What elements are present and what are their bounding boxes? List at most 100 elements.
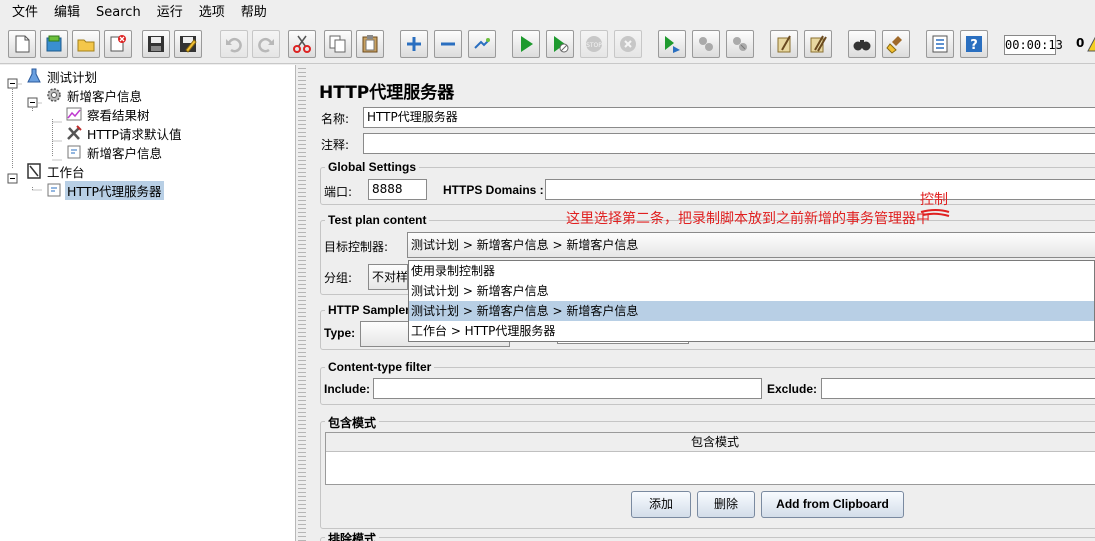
new-button[interactable] [8, 30, 36, 58]
tree-item-label: 测试计划 [47, 69, 98, 85]
expand-icon [407, 37, 421, 51]
warning-icon[interactable] [1087, 34, 1095, 52]
menu-search[interactable]: Search [88, 0, 149, 26]
toolbar: STOP ? 00:00:13 0 [0, 26, 1095, 64]
exclude-label: Exclude: [767, 382, 818, 396]
menu-help[interactable]: 帮助 [233, 0, 275, 26]
tree-item-label: HTTP请求默认值 [87, 126, 182, 142]
split-pane-divider[interactable] [298, 65, 306, 541]
reset-search-button[interactable] [882, 30, 910, 58]
close-button[interactable] [104, 30, 132, 58]
group-title: Global Settings [325, 160, 420, 174]
paste-button[interactable] [356, 30, 384, 58]
undo-button[interactable] [220, 30, 248, 58]
toggle-button[interactable] [468, 30, 496, 58]
tree-item-test-plan[interactable]: 测试计划 [26, 67, 99, 85]
clear-all-button[interactable] [804, 30, 832, 58]
chart-icon [66, 107, 82, 121]
search-icon [853, 40, 871, 51]
stop-button[interactable]: STOP [580, 30, 608, 58]
annotation-strike-mark [920, 209, 950, 217]
menu-run[interactable]: 运行 [149, 0, 191, 26]
start-no-pause-button[interactable] [546, 30, 574, 58]
undo-icon [226, 37, 242, 53]
remote-exit-icon [733, 37, 747, 51]
start-icon [521, 36, 533, 52]
include-pattern-table[interactable]: 包含模式 [325, 432, 1095, 485]
name-input[interactable]: HTTP代理服务器 [363, 107, 1095, 128]
open-icon [77, 39, 95, 52]
remote-stop-button[interactable] [692, 30, 720, 58]
wrench-icon [67, 125, 82, 140]
cut-button[interactable] [288, 30, 316, 58]
copy-button[interactable] [324, 30, 352, 58]
tree-item-thread-group[interactable]: 新增客户信息 [46, 86, 144, 104]
expand-button[interactable] [400, 30, 428, 58]
remote-exit-button[interactable] [726, 30, 754, 58]
help-button[interactable]: ? [960, 30, 988, 58]
include-input[interactable] [373, 378, 762, 399]
function-helper-button[interactable] [926, 30, 954, 58]
table-column-header[interactable]: 包含模式 [326, 433, 1095, 452]
port-label: 端口: [324, 185, 353, 199]
open-button[interactable] [72, 30, 100, 58]
tree-item-http-proxy[interactable]: HTTP代理服务器 [46, 180, 164, 200]
cut-icon [293, 35, 311, 53]
sampler-type-label: Type: [324, 326, 356, 340]
include-label: Include: [324, 382, 371, 396]
proxy-settings-panel: HTTP代理服务器 名称: HTTP代理服务器 注释: Global Setti… [307, 65, 1095, 541]
tree-item-view-results-tree[interactable]: 察看结果树 [66, 105, 152, 123]
dropdown-option[interactable]: 工作台 > HTTP代理服务器 [409, 321, 1094, 341]
grouping-select[interactable]: 不对样 [368, 264, 408, 290]
controller-icon [67, 145, 81, 159]
target-controller-select[interactable]: 测试计划 > 新增客户信息 > 新增客户信息 [407, 232, 1095, 258]
save-as-button[interactable] [174, 30, 202, 58]
stop-icon: STOP [586, 36, 602, 52]
collapse-icon [441, 42, 455, 46]
toggle-icon [474, 38, 490, 49]
shutdown-button[interactable] [614, 30, 642, 58]
reset-search-icon [886, 36, 902, 54]
dropdown-option[interactable]: 使用录制控制器 [409, 261, 1094, 281]
comment-input[interactable] [363, 133, 1095, 154]
remote-start-icon [665, 36, 680, 53]
remote-start-button[interactable] [658, 30, 686, 58]
https-domains-input[interactable] [545, 179, 1095, 200]
collapse-button[interactable] [434, 30, 462, 58]
target-controller-label: 目标控制器: [324, 240, 389, 254]
annotation-text: 这里选择第二条，把录制脚本放到之前新增的事务管理器中 [566, 211, 930, 227]
clear-all-icon [810, 35, 827, 53]
add-button[interactable]: 添加 [631, 491, 691, 518]
https-domains-label: HTTPS Domains : [443, 183, 544, 197]
start-no-pause-icon [554, 36, 569, 53]
shutdown-icon [620, 36, 636, 52]
port-input[interactable]: 8888 [368, 179, 427, 200]
search-button[interactable] [848, 30, 876, 58]
menu-file[interactable]: 文件 [4, 0, 46, 26]
tree-item-transaction-controller[interactable]: 新增客户信息 [66, 143, 164, 161]
tree-item-http-defaults[interactable]: HTTP请求默认值 [66, 124, 184, 142]
exclude-input[interactable] [821, 378, 1095, 399]
copy-icon [329, 35, 346, 53]
dropdown-option-selected[interactable]: 测试计划 > 新增客户信息 > 新增客户信息 [409, 301, 1094, 321]
target-controller-dropdown: 使用录制控制器 测试计划 > 新增客户信息 测试计划 > 新增客户信息 > 新增… [408, 260, 1095, 342]
clear-button[interactable] [770, 30, 798, 58]
flask-icon [27, 68, 41, 83]
name-label: 名称: [321, 112, 350, 126]
redo-button[interactable] [252, 30, 280, 58]
dropdown-option[interactable]: 测试计划 > 新增客户信息 [409, 281, 1094, 301]
gear-icon [47, 88, 61, 102]
delete-button[interactable]: 删除 [697, 491, 755, 518]
save-button[interactable] [142, 30, 170, 58]
templates-button[interactable] [40, 30, 68, 58]
menu-edit[interactable]: 编辑 [46, 0, 88, 26]
annotation-text-top: 控制 [920, 192, 948, 208]
tree-item-label: HTTP代理服务器 [65, 180, 164, 200]
grouping-label: 分组: [324, 271, 353, 285]
workbench-icon [27, 163, 41, 179]
menu-options[interactable]: 选项 [191, 0, 233, 26]
templates-icon [46, 35, 62, 52]
tree-item-workbench[interactable]: 工作台 [26, 162, 87, 180]
start-button[interactable] [512, 30, 540, 58]
add-from-clipboard-button[interactable]: Add from Clipboard [761, 491, 904, 518]
